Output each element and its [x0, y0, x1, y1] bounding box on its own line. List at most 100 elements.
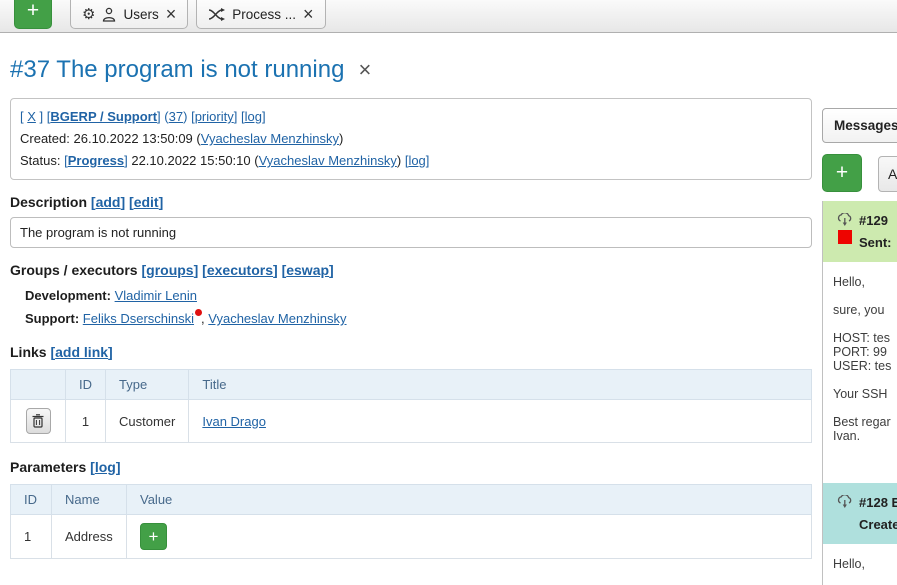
links-table-header-row: ID Type Title: [11, 370, 812, 400]
message-header-text: #129 Sent:: [859, 209, 892, 254]
new-tab-button[interactable]: +: [14, 0, 52, 29]
trash-icon: [32, 414, 44, 428]
tab-process[interactable]: Process ... ×: [196, 0, 325, 29]
message-line: sure, you: [833, 303, 897, 317]
page-title: #37 The program is not running: [10, 56, 344, 84]
description-text-box: The program is not running: [10, 217, 812, 248]
message-id: #128 E: [859, 492, 897, 514]
message-icon-column: [830, 209, 859, 254]
parameters-table-row: 1 Address +: [11, 515, 812, 559]
links-table-row: 1 Customer Ivan Drago: [11, 400, 812, 443]
message-line: [833, 373, 897, 387]
info-line-links: X BGERP / Support 37 priority log: [20, 106, 802, 128]
executor-row-development: Development: Vladimir Lenin: [25, 284, 812, 307]
process-log-link[interactable]: log: [245, 109, 262, 124]
parameters-heading-label: Parameters: [10, 459, 86, 475]
message-line: Your SSH: [833, 387, 897, 401]
message-header[interactable]: #128 E Create: [823, 483, 897, 544]
main-content: #37 The program is not running × X BGERP…: [10, 46, 812, 559]
description-edit-link[interactable]: edit: [134, 194, 159, 210]
parameters-log-link[interactable]: log: [95, 459, 116, 475]
incoming-cloud-icon: [836, 495, 854, 509]
message-item: #128 E Create Hello,: [823, 483, 897, 585]
priority-link[interactable]: priority: [195, 109, 234, 124]
description-heading: Description add edit: [10, 194, 812, 210]
message-icon-column: [830, 491, 859, 536]
parameters-table-header-row: ID Name Value: [11, 485, 812, 515]
incoming-cloud-icon: [836, 213, 854, 227]
executor-link[interactable]: Vladimir Lenin: [115, 288, 197, 303]
tab-users-label: Users: [123, 7, 158, 22]
message-line: [833, 317, 897, 331]
groups-link[interactable]: groups: [146, 262, 193, 278]
executor-link[interactable]: Feliks Dserschinski: [83, 311, 194, 326]
message-line: Hello,: [833, 275, 897, 289]
all-messages-button[interactable]: Al: [878, 156, 897, 192]
links-heading: Links add link: [10, 344, 812, 360]
link-title-link[interactable]: Ivan Drago: [202, 414, 266, 429]
gear-icon: ⚙: [82, 7, 95, 22]
params-col-id: ID: [11, 485, 52, 515]
eswap-link[interactable]: eswap: [286, 262, 329, 278]
process-id-link[interactable]: 37: [169, 109, 183, 124]
online-status-dot: [195, 309, 202, 316]
group-label: Support:: [25, 311, 79, 326]
tab-process-label: Process ...: [232, 7, 296, 22]
groups-executors-heading: Groups / executors groups executors eswa…: [10, 262, 812, 278]
description-text: The program is not running: [20, 225, 176, 240]
messages-list: #129 Sent: Hello, sure, you HOST: tes PO…: [822, 201, 897, 585]
process-close-link[interactable]: X: [27, 109, 36, 124]
created-label: Created:: [20, 131, 70, 146]
params-col-value: Value: [127, 485, 812, 515]
links-heading-label: Links: [10, 344, 47, 360]
message-body: Hello, sure, you HOST: tes PORT: 99 USER…: [823, 262, 897, 457]
group-label: Development:: [25, 288, 111, 303]
created-user-link[interactable]: Vyacheslav Menzhinsky: [201, 131, 339, 146]
user-icon: [102, 7, 116, 22]
created-datetime: 26.10.2022 13:50:09: [74, 131, 193, 146]
message-line: [833, 289, 897, 303]
executor-link[interactable]: Vyacheslav Menzhinsky: [208, 311, 346, 326]
message-line: HOST: tes: [833, 331, 897, 345]
status-datetime: 22.10.2022 15:50:10: [131, 153, 250, 168]
links-col-type: Type: [106, 370, 189, 400]
message-item: #129 Sent: Hello, sure, you HOST: tes PO…: [823, 201, 897, 457]
groups-executors-heading-label: Groups / executors: [10, 262, 138, 278]
tab-process-close-icon[interactable]: ×: [303, 7, 314, 21]
message-line: PORT: 99: [833, 345, 897, 359]
info-line-created: Created: 26.10.2022 13:50:09 Vyacheslav …: [20, 128, 802, 150]
links-col-id: ID: [66, 370, 106, 400]
status-log-link[interactable]: log: [408, 153, 425, 168]
message-line: USER: tes: [833, 359, 897, 373]
unread-marker-icon: [838, 230, 852, 244]
add-link-link[interactable]: add link: [55, 344, 108, 360]
executor-rows: Development: Vladimir Lenin Support: Fel…: [10, 284, 812, 330]
parameters-table: ID Name Value 1 Address +: [10, 484, 812, 559]
message-id: #129: [859, 210, 892, 232]
status-user-link[interactable]: Vyacheslav Menzhinsky: [259, 153, 397, 168]
link-type-cell: Customer: [106, 400, 189, 443]
title-row: #37 The program is not running ×: [10, 56, 812, 84]
executors-link[interactable]: executors: [207, 262, 273, 278]
description-add-link[interactable]: add: [96, 194, 121, 210]
executor-row-support: Support: Feliks Dserschinski, Vyacheslav…: [25, 307, 812, 330]
links-col-actions: [11, 370, 66, 400]
shuffle-icon: [208, 8, 225, 21]
description-heading-label: Description: [10, 194, 87, 210]
tab-users[interactable]: ⚙ Users ×: [70, 0, 188, 29]
messages-tab[interactable]: Messages: [822, 108, 897, 143]
process-info-box: X BGERP / Support 37 priority log Create…: [10, 98, 812, 180]
page-close-icon[interactable]: ×: [358, 57, 371, 83]
message-line: [833, 401, 897, 415]
tab-users-close-icon[interactable]: ×: [166, 7, 177, 21]
status-link[interactable]: Progress: [68, 153, 124, 168]
message-status: Sent:: [859, 232, 892, 254]
messages-panel: Messages + Al #129: [822, 0, 897, 585]
add-message-button[interactable]: +: [822, 154, 862, 192]
process-type-link[interactable]: BGERP / Support: [50, 109, 157, 124]
link-id-cell: 1: [66, 400, 106, 443]
message-header[interactable]: #129 Sent:: [823, 201, 897, 262]
add-address-button[interactable]: +: [140, 523, 167, 550]
delete-link-button[interactable]: [26, 408, 51, 434]
message-body: Hello,: [823, 544, 897, 585]
